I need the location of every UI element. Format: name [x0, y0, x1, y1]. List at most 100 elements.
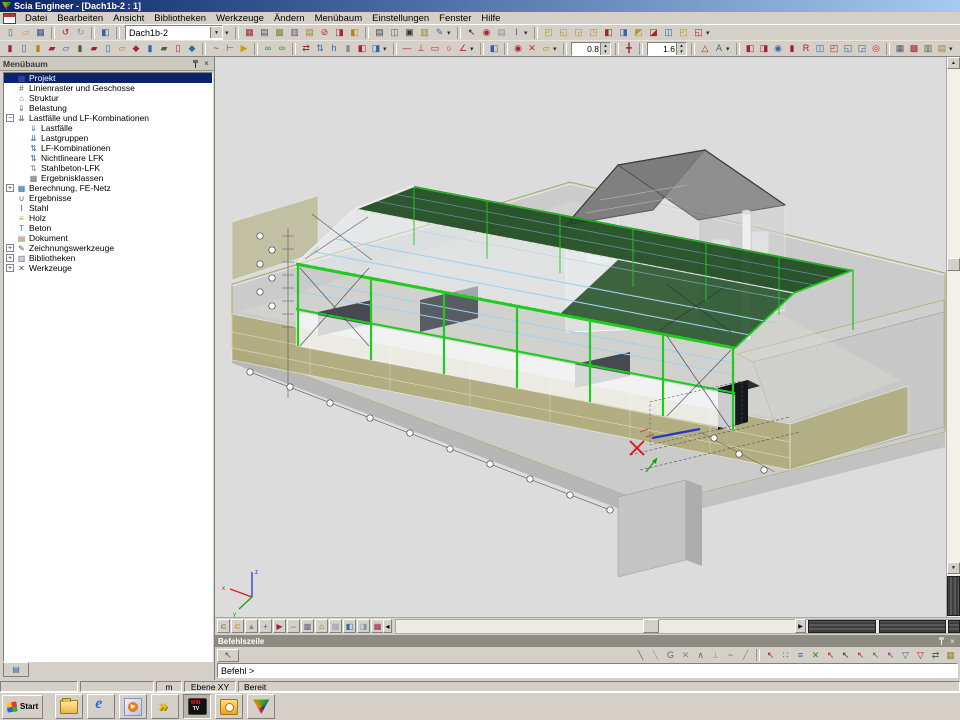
send-page-icon[interactable]: ▥	[287, 26, 302, 39]
target-display-icon[interactable]: ◎	[869, 42, 883, 55]
rectangle-tool-icon[interactable]: ▭	[428, 42, 442, 55]
macro-snap-icon[interactable]: ✕	[808, 649, 823, 662]
polyline-tool-icon[interactable]: ~	[209, 42, 223, 55]
snap-perp-icon[interactable]: ⊥	[708, 649, 723, 662]
taskbar-outlook-button[interactable]	[215, 694, 243, 719]
selection-cursor-icon[interactable]: ↖	[217, 649, 239, 662]
move-tool-icon[interactable]: ⇄	[299, 42, 313, 55]
view-left-icon[interactable]: ◩	[631, 26, 646, 39]
save-view-icon[interactable]: ▦	[893, 42, 907, 55]
tree-item-werkzeuge[interactable]: +✕Werkzeuge	[4, 263, 212, 273]
view-bottom-icon[interactable]: ◰	[676, 26, 691, 39]
view-xz-icon[interactable]: ◱	[556, 26, 571, 39]
track-ortho-icon[interactable]: ↖	[823, 649, 838, 662]
tree-item-ergebnisklassen[interactable]: ▦Ergebnisklassen	[4, 173, 212, 183]
line-tool-icon[interactable]: —	[400, 42, 414, 55]
view-save-icon[interactable]: ◨	[357, 619, 370, 633]
support-tool-icon[interactable]: ▰	[157, 42, 171, 55]
stress-display-icon[interactable]: ◱	[841, 42, 855, 55]
tree-item-linienraster-und-geschosse[interactable]: #Linienraster und Geschosse	[4, 83, 212, 93]
tree-item-berechnung-fe-netz[interactable]: +▦Berechnung, FE-Netz	[4, 183, 212, 193]
arrow-tool-icon[interactable]: ▶	[237, 42, 251, 55]
pin-icon[interactable]	[191, 59, 200, 68]
snap-cross-icon[interactable]: ╱	[738, 649, 753, 662]
menu-werkz[interactable]: Werkzeuge	[211, 12, 269, 25]
window-new-icon[interactable]: ◧	[347, 26, 362, 39]
clipboard-icon[interactable]: ▤	[302, 26, 317, 39]
plane-ucs-icon[interactable]: ▽	[913, 649, 928, 662]
tree-item-beton[interactable]: TBeton	[4, 223, 212, 233]
taskbar-wintv-button[interactable]	[183, 694, 211, 719]
group-dropdown-icon[interactable]	[553, 42, 560, 55]
axes-display-icon[interactable]: ▮	[785, 42, 799, 55]
snap-nodes-icon[interactable]: ∞	[261, 42, 275, 55]
snap-endpoint-icon[interactable]: ╲	[633, 649, 648, 662]
close-icon[interactable]: ×	[948, 637, 957, 646]
start-button[interactable]: Start	[2, 695, 43, 719]
scale-2-spinbox[interactable]: 1.6	[647, 42, 687, 56]
undo-icon[interactable]: ↺	[58, 26, 73, 39]
snap-arc-icon[interactable]: ~	[723, 649, 738, 662]
scroll-up-icon[interactable]: ▲	[947, 57, 960, 69]
group-dropdown-icon[interactable]	[524, 26, 531, 39]
tree-item-nichtlineare-lfk[interactable]: ⇅Nichtlineare LFK	[4, 153, 212, 163]
rotate-tool-icon[interactable]: ⇅	[313, 42, 327, 55]
column-tool-icon[interactable]: ▮	[3, 42, 17, 55]
track-extend-icon[interactable]: ↖	[868, 649, 883, 662]
view-flag-icon[interactable]: ▶	[273, 619, 286, 633]
expand-toggle-icon[interactable]: +	[6, 244, 14, 252]
group-dropdown-icon[interactable]	[726, 42, 733, 55]
circle-tool-icon[interactable]: ○	[442, 42, 456, 55]
view-back-icon[interactable]: ◨	[616, 26, 631, 39]
menu-ansicht[interactable]: Ansicht	[108, 12, 149, 25]
opening-tool-icon[interactable]: ▱	[115, 42, 129, 55]
scroll-down-icon[interactable]: ▼	[947, 562, 960, 574]
screenshot-icon[interactable]: ▣	[402, 26, 417, 39]
snap-points-icon[interactable]: ∞	[275, 42, 289, 55]
results-display-icon[interactable]: R	[799, 42, 813, 55]
text-insert-icon[interactable]: I	[509, 26, 524, 39]
render-mode-icon[interactable]: ▩	[301, 619, 314, 633]
view-perspective-icon[interactable]: ◱	[691, 26, 706, 39]
collapse-toggle-icon[interactable]: −	[6, 114, 14, 122]
dimension-tool-icon[interactable]: ⊢	[223, 42, 237, 55]
plate-tool-icon[interactable]: ▱	[59, 42, 73, 55]
beam-tool-icon[interactable]: ▯	[17, 42, 31, 55]
view-yz-icon[interactable]: ◲	[571, 26, 586, 39]
tree-item-dokument[interactable]: ▤Dokument	[4, 233, 212, 243]
tree-item-holz[interactable]: ≡Holz	[4, 213, 212, 223]
mesh-display-icon[interactable]: ◫	[813, 42, 827, 55]
scia-app-icon[interactable]	[2, 2, 11, 11]
group-dropdown-icon[interactable]	[383, 42, 390, 55]
document-data-icon[interactable]: ▤	[257, 26, 272, 39]
group-dropdown-icon[interactable]	[447, 26, 454, 39]
spinner-arrows-icon[interactable]	[676, 43, 686, 55]
horizontal-scroll-thumb[interactable]	[643, 619, 659, 633]
taskbar-quick-arrows-button[interactable]	[151, 694, 179, 719]
taskbar-media-player-button[interactable]	[119, 694, 147, 719]
combo-dropdown-icon[interactable]	[210, 27, 222, 38]
tree-item-projekt[interactable]: ▦Projekt	[4, 73, 212, 83]
beam-haunch-icon[interactable]: ▰	[45, 42, 59, 55]
expand-toggle-icon[interactable]: +	[6, 254, 14, 262]
print-preview-icon[interactable]: ◫	[387, 26, 402, 39]
taskbar-explorer-button[interactable]	[55, 694, 83, 719]
zoom-selection-icon[interactable]: ◉	[479, 26, 494, 39]
view-front-icon[interactable]: ◧	[601, 26, 616, 39]
mdi-child-system-icon[interactable]	[3, 13, 16, 24]
redo-icon[interactable]: ↻	[73, 26, 88, 39]
pin-icon[interactable]	[937, 637, 946, 646]
load-panel-icon[interactable]: ◆	[185, 42, 199, 55]
perpendicular-tool-icon[interactable]: ⊥	[414, 42, 428, 55]
tree-item-struktur[interactable]: ⌂Struktur	[4, 93, 212, 103]
scale-tool-icon[interactable]: ▮	[341, 42, 355, 55]
snap-step-icon[interactable]: ╋	[622, 42, 636, 55]
picture-gallery-icon[interactable]: ▩	[272, 26, 287, 39]
vertical-dark-thumb[interactable]	[947, 576, 960, 616]
group-dropdown-icon[interactable]	[949, 42, 956, 55]
snap-vertex-icon[interactable]: ∧	[693, 649, 708, 662]
tree-item-zeichnungswerkzeuge[interactable]: +✎Zeichnungswerkzeuge	[4, 243, 212, 253]
close-icon[interactable]: ×	[202, 59, 211, 68]
menu-fenster[interactable]: Fenster	[434, 12, 476, 25]
support-display-icon[interactable]: ◨	[757, 42, 771, 55]
